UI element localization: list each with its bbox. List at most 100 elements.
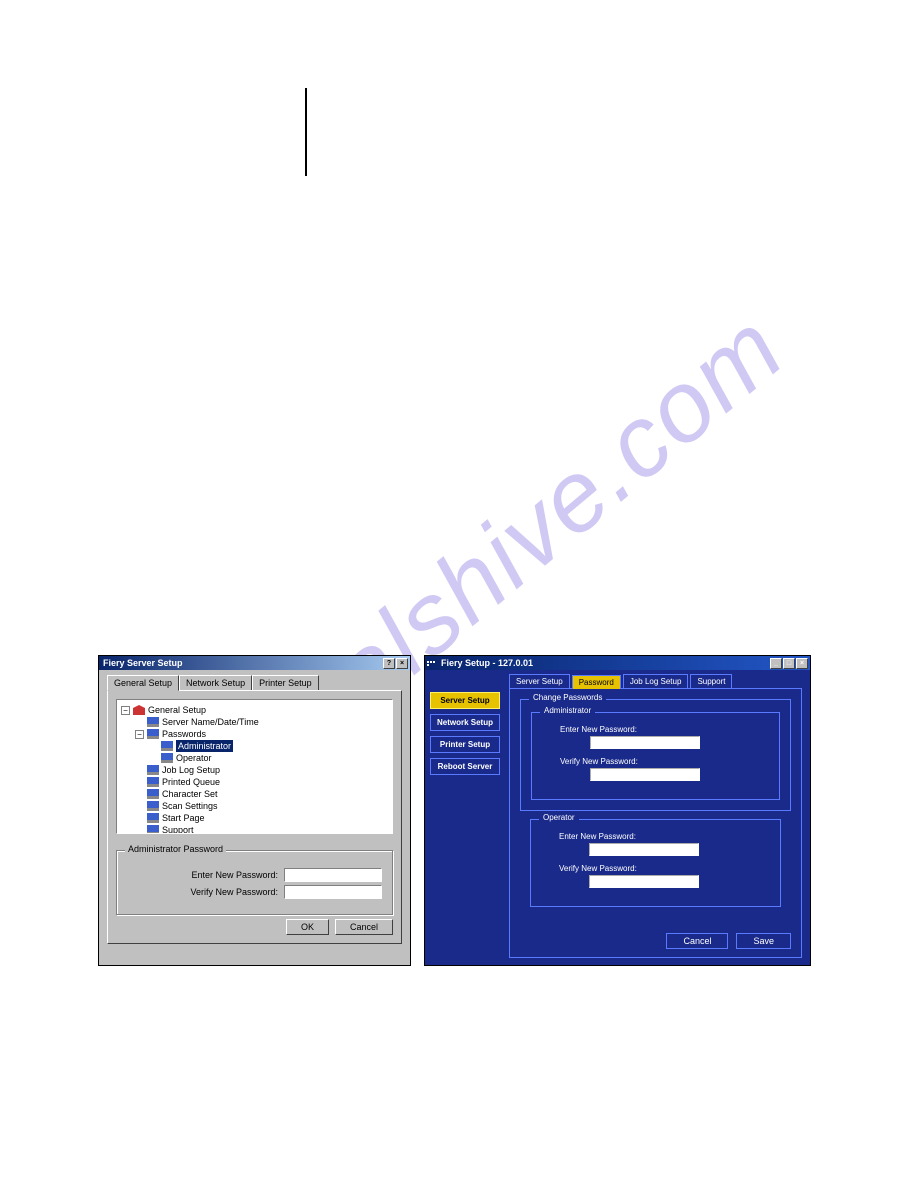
vertical-divider — [305, 88, 307, 176]
root-icon — [133, 705, 145, 715]
monitor-icon — [147, 717, 159, 727]
verify-password-input[interactable] — [284, 885, 382, 899]
verify-password-input[interactable] — [590, 768, 700, 781]
tabs-row: Server Setup Password Job Log Setup Supp… — [509, 674, 802, 689]
field: Enter New Password: — [560, 725, 769, 749]
field: Verify New Password: — [560, 757, 769, 781]
administrator-group: Administrator Enter New Password: Verify… — [531, 712, 780, 800]
tree-label: Start Page — [162, 812, 205, 824]
tree-label: Scan Settings — [162, 800, 218, 812]
field-row: Verify New Password: — [127, 885, 382, 899]
tab-job-log-setup[interactable]: Job Log Setup — [623, 674, 689, 688]
app-icon — [427, 661, 435, 666]
title-buttons: ? × — [383, 658, 408, 669]
tree-label: Passwords — [162, 728, 206, 740]
tab-general-setup[interactable]: General Setup — [107, 675, 179, 691]
close-icon[interactable]: × — [396, 658, 408, 669]
monitor-icon — [147, 777, 159, 787]
monitor-icon — [147, 765, 159, 775]
sidebar-printer-setup[interactable]: Printer Setup — [430, 736, 500, 753]
tree-label: Support — [162, 824, 194, 834]
tab-panel: Change Passwords Administrator Enter New… — [509, 689, 802, 958]
tree-item[interactable]: Start Page — [121, 812, 388, 824]
button-row: Cancel Save — [666, 933, 791, 949]
tree-item[interactable]: Operator — [121, 752, 388, 764]
enter-password-label: Enter New Password: — [559, 832, 770, 841]
ok-button[interactable]: OK — [286, 919, 329, 935]
tree-label: Server Name/Date/Time — [162, 716, 259, 728]
tree-item[interactable]: Support — [121, 824, 388, 834]
group-title: Administrator Password — [125, 844, 226, 854]
tabs-row: General Setup Network Setup Printer Setu… — [107, 674, 402, 690]
verify-password-input[interactable] — [589, 875, 699, 888]
enter-password-label: Enter New Password: — [560, 725, 769, 734]
screenshot-row: Fiery Server Setup ? × General Setup Net… — [98, 655, 811, 966]
main-column: Server Setup Password Job Log Setup Supp… — [505, 670, 810, 966]
tree-item[interactable]: Printed Queue — [121, 776, 388, 788]
dialog-body: Server Setup Network Setup Printer Setup… — [425, 670, 810, 966]
sidebar-reboot-server[interactable]: Reboot Server — [430, 758, 500, 775]
tree-item[interactable]: Job Log Setup — [121, 764, 388, 776]
cancel-button[interactable]: Cancel — [666, 933, 728, 949]
tree-item[interactable]: Character Set — [121, 788, 388, 800]
sidebar-network-setup[interactable]: Network Setup — [430, 714, 500, 731]
monitor-icon — [147, 789, 159, 799]
tree-root[interactable]: − General Setup — [121, 704, 388, 716]
group-title: Operator — [539, 813, 579, 822]
tree-label: Job Log Setup — [162, 764, 220, 776]
group-title: Change Passwords — [529, 693, 606, 702]
dialog-body: General Setup Network Setup Printer Setu… — [99, 670, 410, 952]
group-title: Administrator — [540, 706, 595, 715]
title-text: Fiery Server Setup — [101, 658, 183, 668]
enter-password-input[interactable] — [590, 736, 700, 749]
tree-label: Operator — [176, 752, 212, 764]
minimize-icon[interactable]: _ — [770, 658, 782, 669]
tab-password[interactable]: Password — [572, 675, 621, 689]
tab-support[interactable]: Support — [690, 674, 732, 688]
tree-item[interactable]: − Passwords — [121, 728, 388, 740]
tree-view[interactable]: − General Setup Server Name/Date/Time − … — [116, 699, 393, 834]
monitor-icon — [147, 801, 159, 811]
enter-password-label: Enter New Password: — [191, 870, 278, 880]
collapse-icon[interactable]: − — [135, 730, 144, 739]
title-buttons: _ □ × — [770, 658, 808, 669]
fiery-server-setup-dialog: Fiery Server Setup ? × General Setup Net… — [98, 655, 411, 966]
save-button[interactable]: Save — [736, 933, 791, 949]
admin-password-group: Administrator Password Enter New Passwor… — [116, 850, 393, 915]
verify-password-label: Verify New Password: — [190, 887, 278, 897]
monitor-icon — [147, 825, 159, 834]
tab-network-setup[interactable]: Network Setup — [179, 675, 252, 691]
tab-panel: − General Setup Server Name/Date/Time − … — [107, 690, 402, 944]
help-icon[interactable]: ? — [383, 658, 395, 669]
cancel-button[interactable]: Cancel — [335, 919, 393, 935]
tab-printer-setup[interactable]: Printer Setup — [252, 675, 319, 691]
change-passwords-group: Change Passwords Administrator Enter New… — [520, 699, 791, 811]
fiery-setup-dialog: Fiery Setup - 127.0.01 _ □ × Server Setu… — [424, 655, 811, 966]
enter-password-input[interactable] — [284, 868, 382, 882]
tab-server-setup[interactable]: Server Setup — [509, 674, 570, 688]
tree-item[interactable]: Server Name/Date/Time — [121, 716, 388, 728]
tree-item[interactable]: Scan Settings — [121, 800, 388, 812]
tree-label: General Setup — [148, 704, 206, 716]
tree-label: Character Set — [162, 788, 218, 800]
monitor-icon — [161, 753, 173, 763]
sidebar: Server Setup Network Setup Printer Setup… — [425, 670, 505, 966]
field-row: Enter New Password: — [127, 868, 382, 882]
titlebar: Fiery Server Setup ? × — [99, 656, 410, 670]
tree-label: Printed Queue — [162, 776, 220, 788]
field: Enter New Password: — [559, 832, 770, 856]
sidebar-server-setup[interactable]: Server Setup — [430, 692, 500, 709]
tree-item-selected[interactable]: Administrator — [121, 740, 388, 752]
enter-password-input[interactable] — [589, 843, 699, 856]
tree-label: Administrator — [176, 740, 233, 752]
title-text: Fiery Setup - 127.0.01 — [439, 658, 533, 668]
button-row: OK Cancel — [286, 919, 393, 935]
verify-password-label: Verify New Password: — [560, 757, 769, 766]
verify-password-label: Verify New Password: — [559, 864, 770, 873]
titlebar: Fiery Setup - 127.0.01 _ □ × — [425, 656, 810, 670]
maximize-icon[interactable]: □ — [783, 658, 795, 669]
monitor-icon — [147, 813, 159, 823]
monitor-icon — [161, 741, 173, 751]
close-icon[interactable]: × — [796, 658, 808, 669]
collapse-icon[interactable]: − — [121, 706, 130, 715]
